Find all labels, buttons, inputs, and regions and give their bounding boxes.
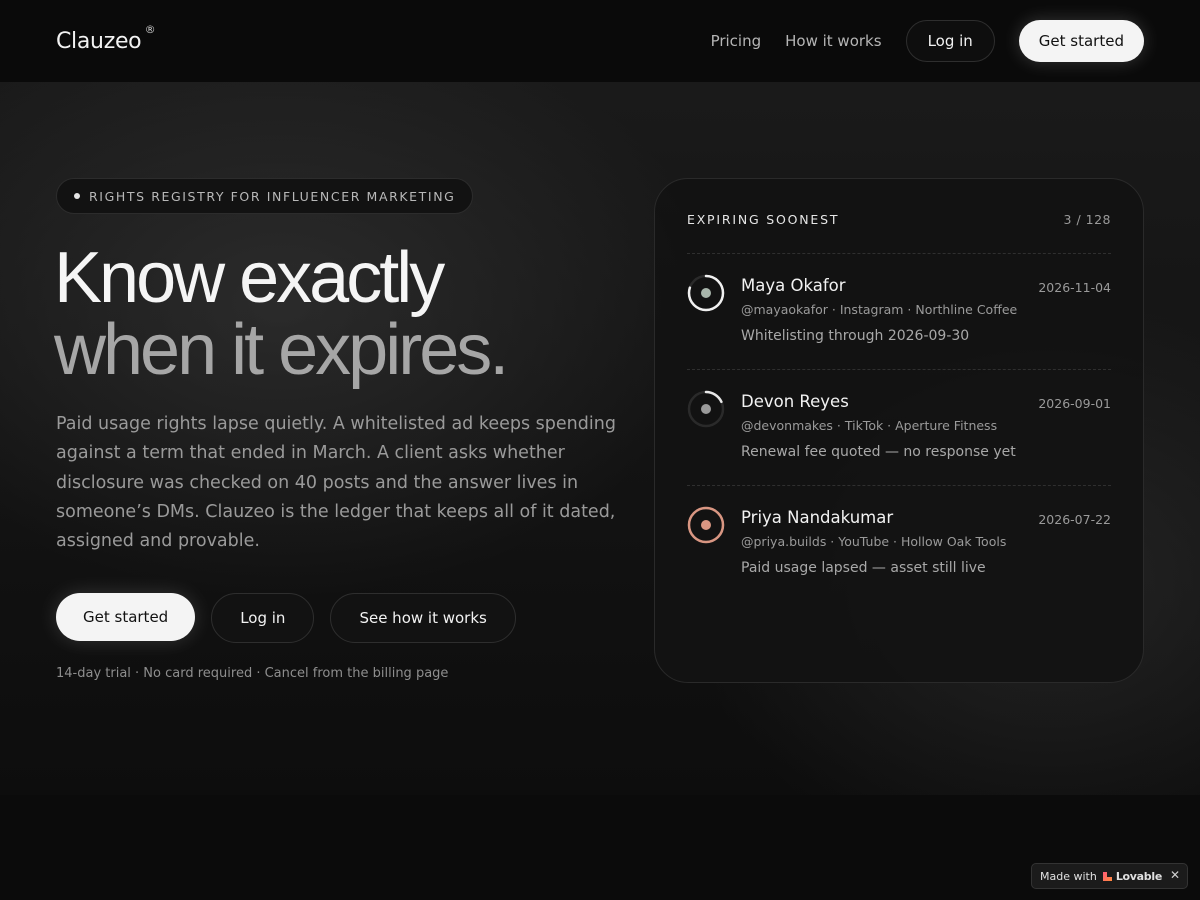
trial-fine-print: 14-day trial · No card required · Cancel…: [56, 666, 449, 681]
made-with-lovable-badge[interactable]: Made with Lovable ✕: [1031, 863, 1188, 889]
row-meta: @priya.builds · YouTube · Hollow Oak Too…: [741, 534, 1007, 549]
card-title: EXPIRING SOONEST: [687, 211, 840, 227]
expiring-row[interactable]: Devon Reyes 2026-09-01 @devonmakes · TikTo…: [687, 370, 1111, 486]
eyebrow-pill: RIGHTS REGISTRY FOR INFLUENCER MARKETING: [56, 178, 474, 214]
top-nav: Pricing How it works Log in Get started: [687, 20, 1144, 62]
expiry-ring-icon: [687, 274, 725, 312]
row-date: 2026-07-22: [1038, 512, 1111, 527]
row-date: 2026-11-04: [1038, 280, 1111, 295]
row-note: Whitelisting through 2026-09-30: [741, 328, 970, 344]
row-note: Renewal fee quoted — no response yet: [741, 444, 1016, 460]
brand-name: Clauzeo: [56, 28, 142, 54]
row-name: Maya Okafor: [741, 276, 846, 295]
expiry-ring-icon: [687, 390, 725, 428]
login-button[interactable]: Log in: [211, 593, 315, 643]
close-icon[interactable]: ✕: [1170, 868, 1180, 882]
card-header: EXPIRING SOONEST 3 / 128: [687, 179, 1111, 254]
cta-row: Get started Log in See how it works: [56, 593, 516, 643]
headline-line-2: when it expires.: [54, 310, 509, 390]
brand-logo[interactable]: Clauzeo ®: [56, 23, 156, 54]
hero-section: RIGHTS REGISTRY FOR INFLUENCER MARKETING…: [0, 82, 1200, 795]
nav-link-pricing[interactable]: Pricing: [711, 32, 762, 50]
lovable-wordmark: Lovable: [1115, 869, 1162, 883]
expiring-row[interactable]: Priya Nandakumar 2026-07-22 @priya.builds …: [687, 486, 1111, 602]
expiring-list: Maya Okafor 2026-11-04 @mayaokafor · Insta…: [687, 254, 1111, 602]
registered-mark: ®: [144, 22, 156, 36]
hero-headline: Know exactly when it expires.: [54, 238, 509, 390]
card-count: 3 / 128: [1063, 211, 1111, 227]
expiry-ring-icon: [687, 506, 725, 544]
header-login-button[interactable]: Log in: [905, 20, 995, 62]
row-date: 2026-09-01: [1038, 396, 1111, 411]
expiring-card: EXPIRING SOONEST 3 / 128 Maya Okafor 2026…: [654, 178, 1144, 683]
row-name: Devon Reyes: [741, 392, 849, 411]
see-how-it-works-button[interactable]: See how it works: [330, 593, 516, 643]
row-meta: @mayaokafor · Instagram · Northline Coff…: [741, 302, 1018, 317]
row-note: Paid usage lapsed — asset still live: [741, 560, 986, 576]
lovable-heart-icon: [1102, 871, 1112, 881]
made-with-text: Made with: [1040, 869, 1097, 883]
lovable-logo: Lovable: [1102, 869, 1162, 883]
pill-dot-icon: [74, 193, 80, 199]
site-header: Clauzeo ® Pricing How it works Log in Get…: [0, 0, 1200, 82]
headline-line-1: Know exactly: [54, 238, 445, 318]
expiring-row[interactable]: Maya Okafor 2026-11-04 @mayaokafor · Insta…: [687, 254, 1111, 370]
header-get-started-button[interactable]: Get started: [1018, 20, 1144, 62]
nav-link-how-it-works[interactable]: How it works: [785, 32, 881, 50]
get-started-button[interactable]: Get started: [56, 593, 196, 641]
row-name: Priya Nandakumar: [741, 508, 894, 527]
eyebrow-text: RIGHTS REGISTRY FOR INFLUENCER MARKETING: [89, 188, 456, 204]
hero-lead: Paid usage rights lapse quietly. A white…: [56, 414, 616, 552]
row-meta: @devonmakes · TikTok · Aperture Fitness: [741, 418, 998, 433]
